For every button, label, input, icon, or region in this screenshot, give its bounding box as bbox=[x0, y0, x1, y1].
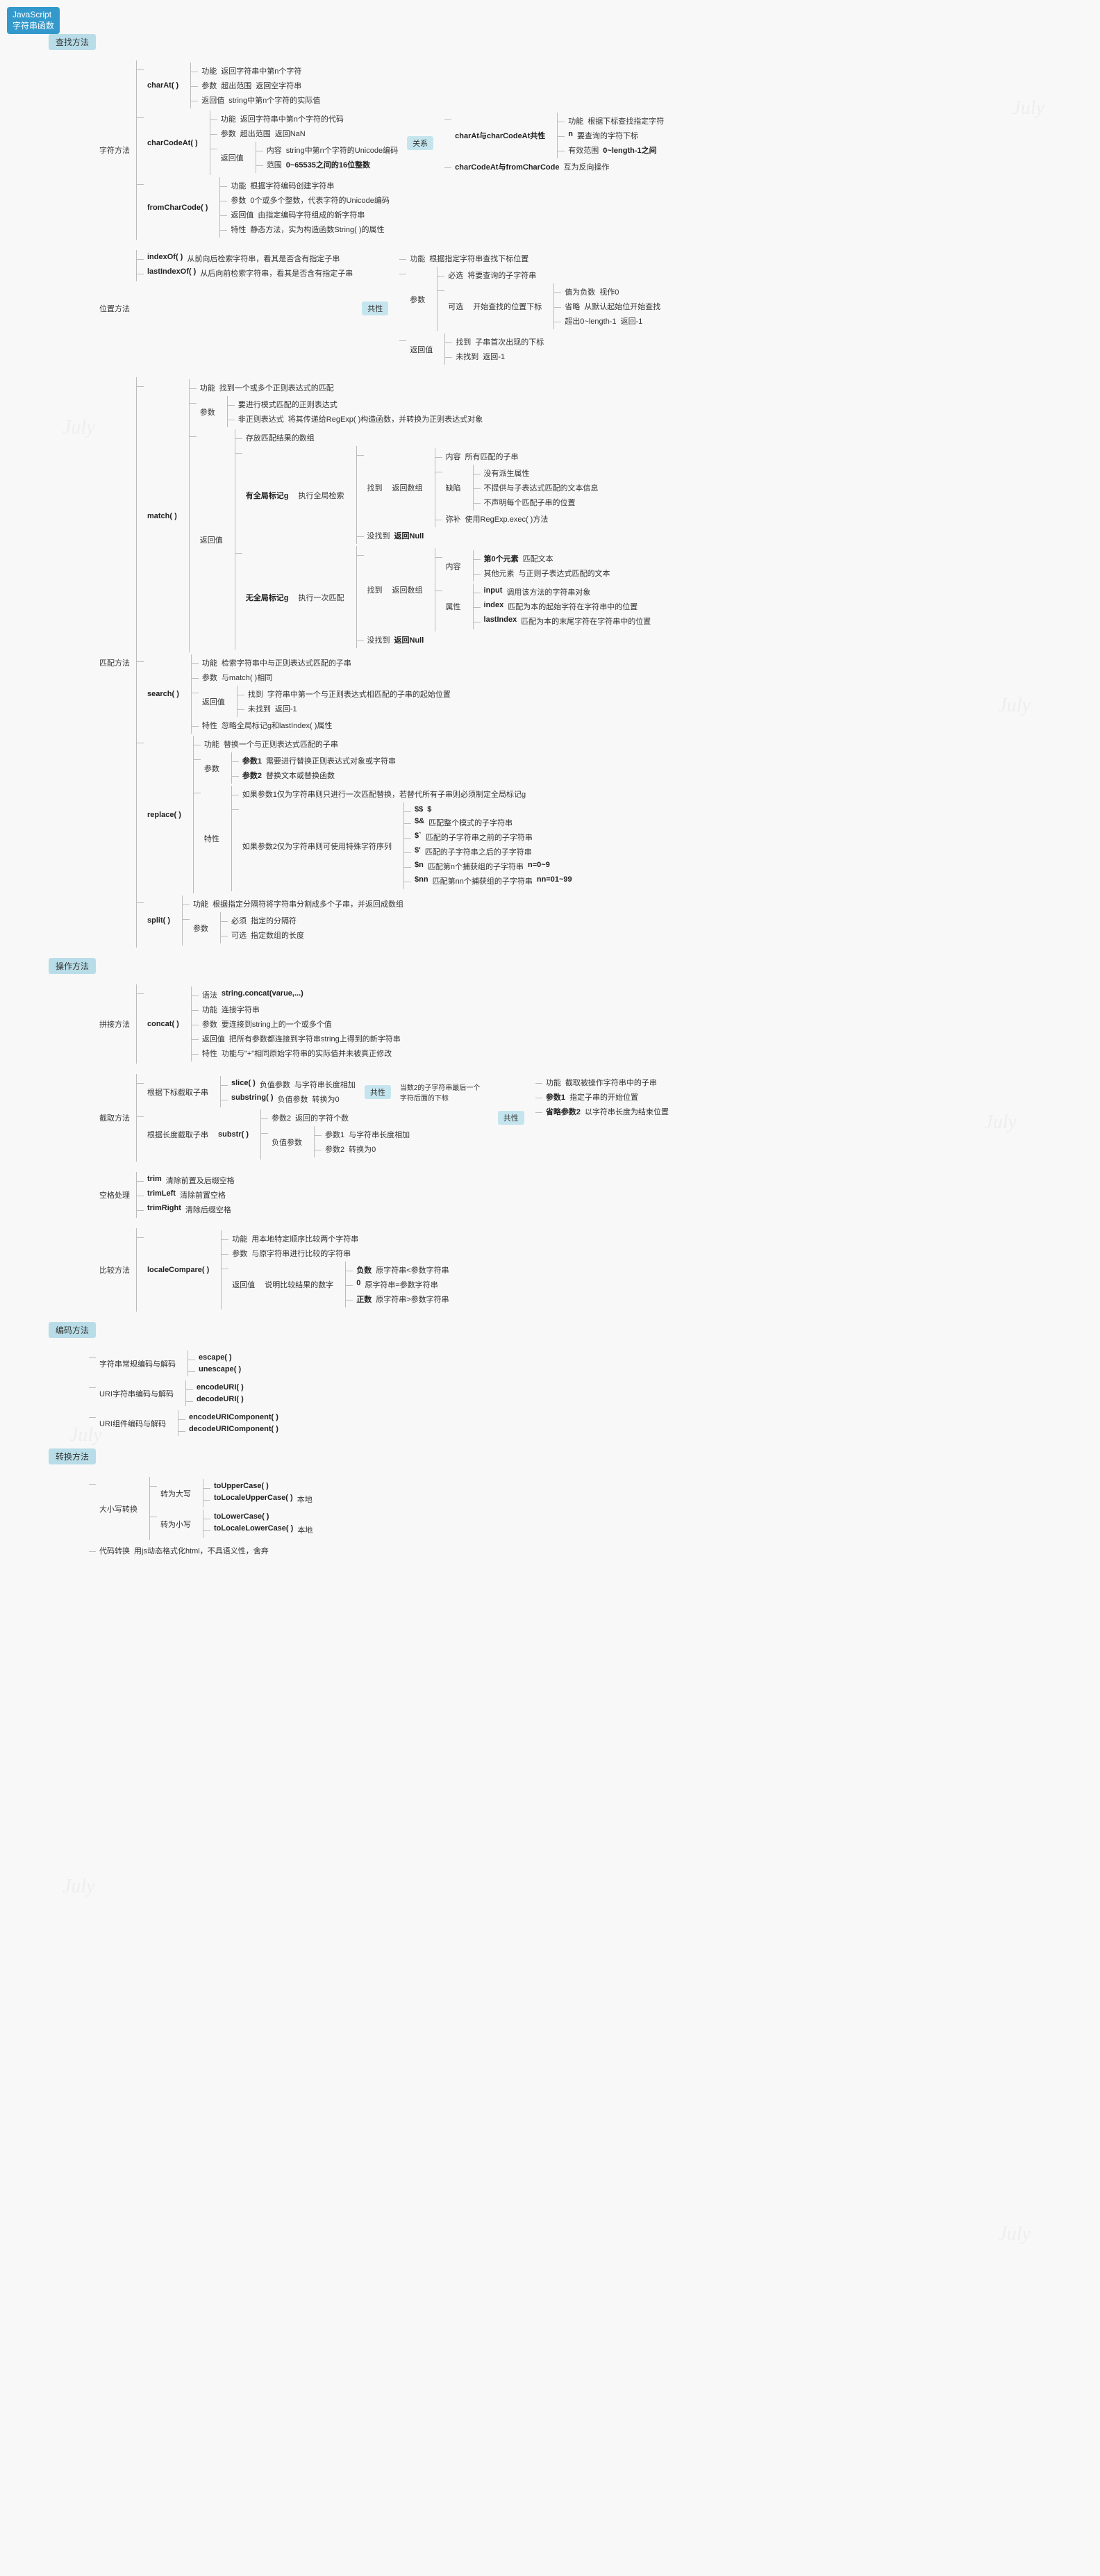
pos-group: 位置方法 bbox=[97, 302, 132, 315]
extract-group: 截取方法 bbox=[97, 1112, 132, 1124]
section-search: 查找方法 bbox=[49, 34, 96, 50]
pos-common-tag: 共性 bbox=[362, 302, 388, 315]
char-group: 字符方法 bbox=[97, 144, 132, 156]
root-line1: JavaScript bbox=[12, 10, 51, 19]
compare-group: 比较方法 bbox=[97, 1264, 132, 1276]
search-fn: search( ) bbox=[145, 689, 181, 699]
match-fn: match( ) bbox=[145, 511, 179, 521]
root-line2: 字符串函数 bbox=[12, 21, 54, 31]
space-group: 空格处理 bbox=[97, 1189, 132, 1201]
concat-group: 拼接方法 bbox=[97, 1018, 132, 1030]
section-convert: 转换方法 bbox=[49, 1448, 96, 1464]
split-fn: split( ) bbox=[145, 916, 172, 925]
charCodeAt: charCodeAt( ) bbox=[145, 138, 200, 148]
section-op: 操作方法 bbox=[49, 958, 96, 974]
fromCharCode: fromCharCode( ) bbox=[145, 203, 210, 213]
replace-fn: replace( ) bbox=[145, 810, 183, 820]
relation-tag: 关系 bbox=[407, 136, 433, 150]
match-group: 匹配方法 bbox=[97, 657, 132, 669]
charAt: charAt( ) bbox=[145, 81, 181, 90]
section-encode: 编码方法 bbox=[49, 1322, 96, 1338]
root-tag: JavaScript 字符串函数 bbox=[7, 7, 60, 34]
